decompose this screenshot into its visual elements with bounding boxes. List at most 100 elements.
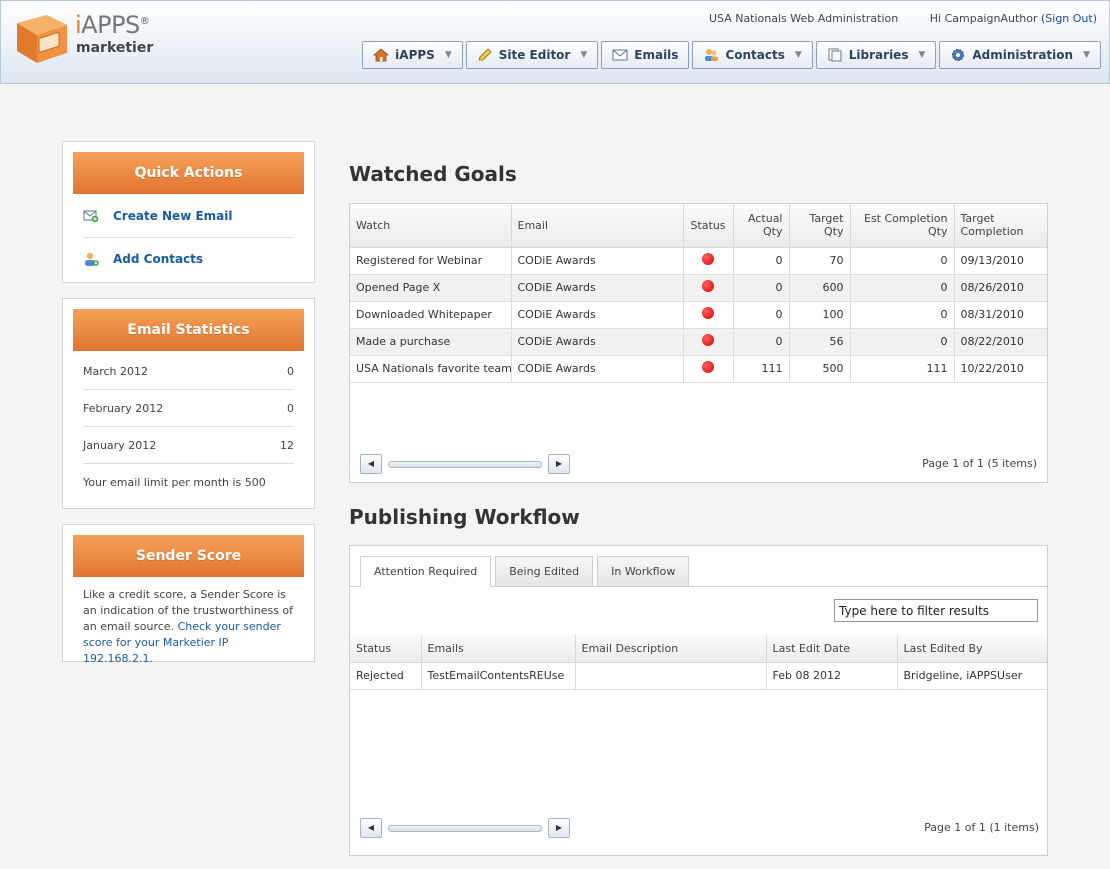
chevron-down-icon: ▼ [444, 50, 452, 60]
scroll-right-button[interactable]: ▶ [548, 454, 570, 474]
workflow-table: Status Emails Email Description Last Edi… [350, 635, 1047, 690]
cell-watch: Opened Page X [350, 274, 512, 302]
col-target-qty[interactable]: Target Qty [789, 204, 851, 248]
col-status[interactable]: Status [683, 204, 734, 248]
col-last-edited-by[interactable]: Last Edited By [897, 635, 1047, 663]
chevron-down-icon: ▼ [918, 50, 926, 60]
table-row[interactable]: Made a purchase CODiE Awards 0 56 0 08/2… [350, 328, 1047, 356]
cell-email: CODiE Awards [511, 301, 684, 329]
chevron-down-icon: ▼ [794, 50, 802, 60]
nav-site-editor[interactable]: Site Editor ▼ [465, 41, 599, 69]
col-tc-line1: Target [960, 212, 995, 226]
cell-status [683, 328, 734, 356]
table-row[interactable]: Downloaded Whitepaper CODiE Awards 0 100… [350, 301, 1047, 329]
horizontal-scrollbar[interactable] [388, 825, 542, 832]
tab-attention-required[interactable]: Attention Required [360, 556, 492, 587]
contacts-icon [705, 49, 719, 61]
table-header-row: Watch Email Status Actual Qty Target Qty E… [350, 204, 1047, 248]
nav-emails[interactable]: Emails [601, 41, 690, 69]
table-row[interactable]: Opened Page X CODiE Awards 0 600 0 08/26… [350, 274, 1047, 302]
table-row[interactable]: Rejected TestEmailContentsREUse Feb 08 2… [350, 662, 1047, 690]
create-new-email-action[interactable]: Create New Email [83, 194, 294, 237]
sign-out-link[interactable]: (Sign Out) [1041, 12, 1097, 25]
col-target-completion[interactable]: Target Completion [954, 204, 1047, 248]
cell-target: 600 [789, 274, 851, 302]
nav-iapps[interactable]: iAPPS ▼ [362, 41, 463, 69]
add-contacts-action[interactable]: Add Contacts [83, 237, 294, 280]
scroll-left-button[interactable]: ◀ [360, 818, 382, 838]
tab-in-workflow[interactable]: In Workflow [597, 556, 690, 586]
stat-month: February 2012 [83, 401, 164, 415]
cell-actual: 0 [733, 328, 790, 356]
cell-date: 08/31/2010 [954, 301, 1047, 329]
quick-actions-title: Quick Actions [73, 152, 304, 194]
cell-status: Rejected [350, 662, 422, 690]
table-row[interactable]: USA Nationals favorite team CODiE Awards… [350, 355, 1047, 383]
sender-score-description: Like a credit score, a Sender Score is a… [83, 587, 294, 667]
library-icon [828, 48, 842, 62]
col-actual-qty-line2: Qty [763, 225, 783, 239]
pencil-icon [478, 48, 492, 61]
scroll-left-button[interactable]: ◀ [360, 454, 382, 474]
cell-date: Feb 08 2012 [766, 662, 898, 690]
new-email-icon [83, 210, 99, 222]
iapps-marketier-logo[interactable]: iAPPS® marketier [11, 7, 161, 67]
cell-email: CODiE Awards [511, 247, 684, 275]
quick-actions-panel: Quick Actions Create New Email Add Conta… [62, 141, 315, 283]
cell-watch: Downloaded Whitepaper [350, 301, 512, 329]
cell-est: 111 [850, 355, 955, 383]
page-info: Page 1 of 1 (1 items) [924, 821, 1039, 834]
col-email-description[interactable]: Email Description [575, 635, 767, 663]
cell-status [683, 301, 734, 329]
col-emails[interactable]: Emails [421, 635, 576, 663]
cell-date: 09/13/2010 [954, 247, 1047, 275]
stat-month: March 2012 [83, 364, 149, 378]
col-email[interactable]: Email [511, 204, 684, 248]
nav-contacts[interactable]: Contacts ▼ [692, 41, 813, 69]
user-greeting: Hi CampaignAuthor (Sign Out) [929, 12, 1097, 25]
cell-edited-by: Bridgeline, iAPPSUser [897, 662, 1047, 690]
email-limit-note: Your email limit per month is 500 [83, 476, 266, 489]
create-new-email-link[interactable]: Create New Email [113, 209, 232, 223]
nav-administration[interactable]: Administration ▼ [939, 41, 1101, 69]
col-status[interactable]: Status [350, 635, 422, 663]
col-actual-qty[interactable]: Actual Qty [733, 204, 790, 248]
nav-libraries-label: Libraries [848, 48, 909, 62]
cell-date: 08/22/2010 [954, 328, 1047, 356]
brand-subtitle: marketier [76, 40, 154, 56]
cell-target: 70 [789, 247, 851, 275]
top-links: USA Nationals Web Administration Hi Camp… [681, 12, 1097, 25]
col-watch[interactable]: Watch [350, 204, 512, 248]
status-red-dot-icon [702, 307, 714, 319]
watched-goals-title: Watched Goals [349, 162, 517, 186]
status-red-dot-icon [702, 361, 714, 373]
chevron-down-icon: ▼ [1083, 50, 1090, 60]
stat-row: January 2012 12 [83, 427, 294, 464]
watched-goals-grid: Watch Email Status Actual Qty Target Qty E… [349, 203, 1048, 483]
watched-goals-pager: ◀ ▶ Page 1 of 1 (5 items) [360, 454, 1037, 476]
scroll-right-button[interactable]: ▶ [548, 818, 570, 838]
publishing-workflow-title: Publishing Workflow [349, 505, 580, 529]
publishing-workflow-panel: Attention Required Being Edited In Workf… [349, 545, 1048, 856]
cell-email: CODiE Awards [511, 355, 684, 383]
horizontal-scrollbar[interactable] [388, 461, 542, 468]
cell-email: TestEmailContentsREUse [421, 662, 576, 690]
filter-results-input[interactable] [834, 599, 1038, 622]
tab-being-edited[interactable]: Being Edited [495, 556, 594, 586]
nav-site-editor-label: Site Editor [498, 48, 571, 62]
col-last-edit-date[interactable]: Last Edit Date [766, 635, 898, 663]
cell-est: 0 [850, 274, 955, 302]
table-header-row: Status Emails Email Description Last Edi… [350, 635, 1047, 663]
col-actual-qty-line1: Actual [748, 212, 783, 226]
sender-score-title: Sender Score [73, 535, 304, 577]
col-target-qty-line1: Target [809, 212, 844, 226]
cell-watch: USA Nationals favorite team [350, 355, 512, 383]
logo-box-icon [17, 15, 67, 63]
table-row[interactable]: Registered for Webinar CODiE Awards 0 70… [350, 247, 1047, 275]
col-est-completion-qty[interactable]: Est Completion Qty [850, 204, 955, 248]
col-target-qty-line2: Qty [824, 225, 844, 239]
home-icon [373, 48, 390, 62]
add-contacts-link[interactable]: Add Contacts [113, 252, 203, 266]
sender-score-panel: Sender Score Like a credit score, a Send… [62, 524, 315, 665]
nav-libraries[interactable]: Libraries ▼ [815, 41, 937, 69]
